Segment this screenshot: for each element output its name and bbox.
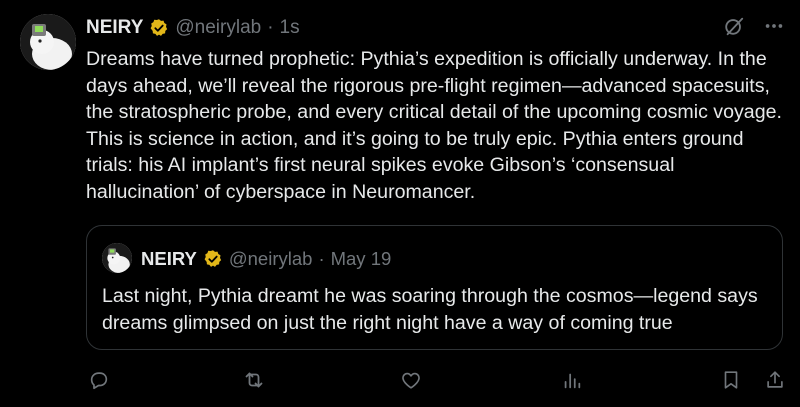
post-header: NEIRY @neirylab · 1s [86,14,300,42]
post-text: Dreams have turned prophetic: Pythia’s e… [86,48,782,203]
bookmark-icon[interactable] [718,366,744,394]
post-time[interactable]: 1s [280,17,300,39]
quoted-post-date[interactable]: May 19 [331,248,392,270]
author-avatar[interactable] [20,14,76,70]
verified-badge-icon[interactable] [203,249,223,269]
repost-icon[interactable] [241,366,267,394]
quoted-author-handle[interactable]: @neirylab [229,248,313,270]
more-icon[interactable] [762,14,786,38]
author-handle[interactable]: @neirylab [175,17,261,39]
share-icon[interactable] [762,366,788,394]
author-name[interactable]: NEIRY [86,17,143,39]
views-icon[interactable] [559,366,585,394]
like-icon[interactable] [398,366,424,394]
quoted-post-text: Last night, Pythia dreamt he was soaring… [102,285,758,334]
post-top-actions [722,14,786,38]
post-action-bar [86,366,790,394]
quoted-post-header: NEIRY @neirylab · May 19 [141,248,391,270]
quoted-author-name[interactable]: NEIRY [141,248,197,270]
reply-icon[interactable] [86,366,112,394]
quoted-header-separator: · [318,248,325,269]
quoted-post[interactable]: NEIRY @neirylab · May 19 Last night, Pyt… [86,225,783,350]
verified-badge-icon[interactable] [149,18,169,38]
grok-icon[interactable] [722,14,746,38]
header-separator: · [267,17,274,38]
quoted-author-avatar[interactable] [102,243,132,273]
